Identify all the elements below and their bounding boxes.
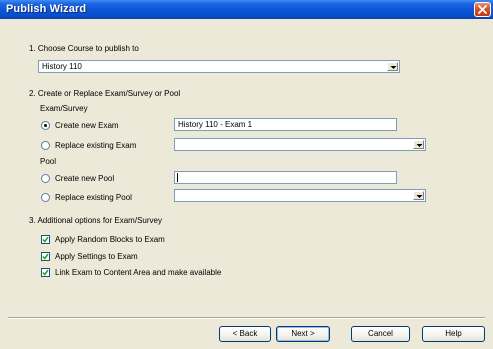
radio-selected-dot <box>44 124 47 127</box>
create-new-pool-radio[interactable] <box>41 174 50 183</box>
checkmark-icon <box>42 236 49 243</box>
create-new-pool-label[interactable]: Create new Pool <box>55 174 114 184</box>
existing-exam-dropdown[interactable] <box>174 138 426 151</box>
replace-existing-exam-radio[interactable] <box>41 141 50 150</box>
window-title: Publish Wizard <box>6 3 87 15</box>
step2-heading: 2. Create or Replace Exam/Survey or Pool <box>29 89 181 98</box>
close-button[interactable] <box>474 2 491 17</box>
text-cursor <box>177 173 178 182</box>
new-exam-name-value: History 110 - Exam 1 <box>178 120 253 129</box>
create-new-exam-label[interactable]: Create new Exam <box>55 121 119 131</box>
random-blocks-checkbox[interactable] <box>41 235 50 244</box>
create-new-exam-radio[interactable] <box>41 121 50 130</box>
existing-exam-dropdown-arrow[interactable] <box>413 140 424 149</box>
course-dropdown-value: History 110 <box>42 62 82 71</box>
new-exam-name-input[interactable]: History 110 - Exam 1 <box>174 118 397 131</box>
random-blocks-label[interactable]: Apply Random Blocks to Exam <box>55 235 165 245</box>
chevron-down-icon <box>416 195 423 198</box>
step1-heading: 1. Choose Course to publish to <box>29 44 139 53</box>
replace-existing-exam-label[interactable]: Replace existing Exam <box>55 141 136 151</box>
replace-existing-pool-label[interactable]: Replace existing Pool <box>55 193 132 203</box>
cancel-button[interactable]: Cancel <box>351 326 410 342</box>
back-button[interactable]: < Back <box>219 326 271 342</box>
next-button[interactable]: Next > <box>276 326 330 342</box>
help-button[interactable]: Help <box>422 326 485 342</box>
existing-pool-dropdown[interactable] <box>174 189 426 202</box>
new-pool-name-input[interactable] <box>174 171 397 184</box>
checkmark-icon <box>42 253 49 260</box>
pool-label: Pool <box>40 157 57 166</box>
apply-settings-label[interactable]: Apply Settings to Exam <box>55 252 138 262</box>
checkmark-icon <box>42 269 49 276</box>
button-separator <box>8 317 485 319</box>
step3-heading: 3. Additional options for Exam/Survey <box>29 216 162 225</box>
chevron-down-icon <box>416 144 423 147</box>
close-icon <box>478 5 487 14</box>
course-dropdown[interactable]: History 110 <box>38 60 400 73</box>
course-dropdown-arrow[interactable] <box>387 62 398 71</box>
publish-wizard-dialog: Publish Wizard 1. Choose Course to publi… <box>0 0 493 349</box>
chevron-down-icon <box>390 66 397 69</box>
link-content-area-label[interactable]: Link Exam to Content Area and make avail… <box>55 268 221 278</box>
link-content-area-checkbox[interactable] <box>41 268 50 277</box>
exam-survey-label: Exam/Survey <box>40 104 88 113</box>
existing-pool-dropdown-arrow[interactable] <box>413 191 424 200</box>
title-bar[interactable]: Publish Wizard <box>0 0 493 19</box>
replace-existing-pool-radio[interactable] <box>41 193 50 202</box>
apply-settings-checkbox[interactable] <box>41 252 50 261</box>
